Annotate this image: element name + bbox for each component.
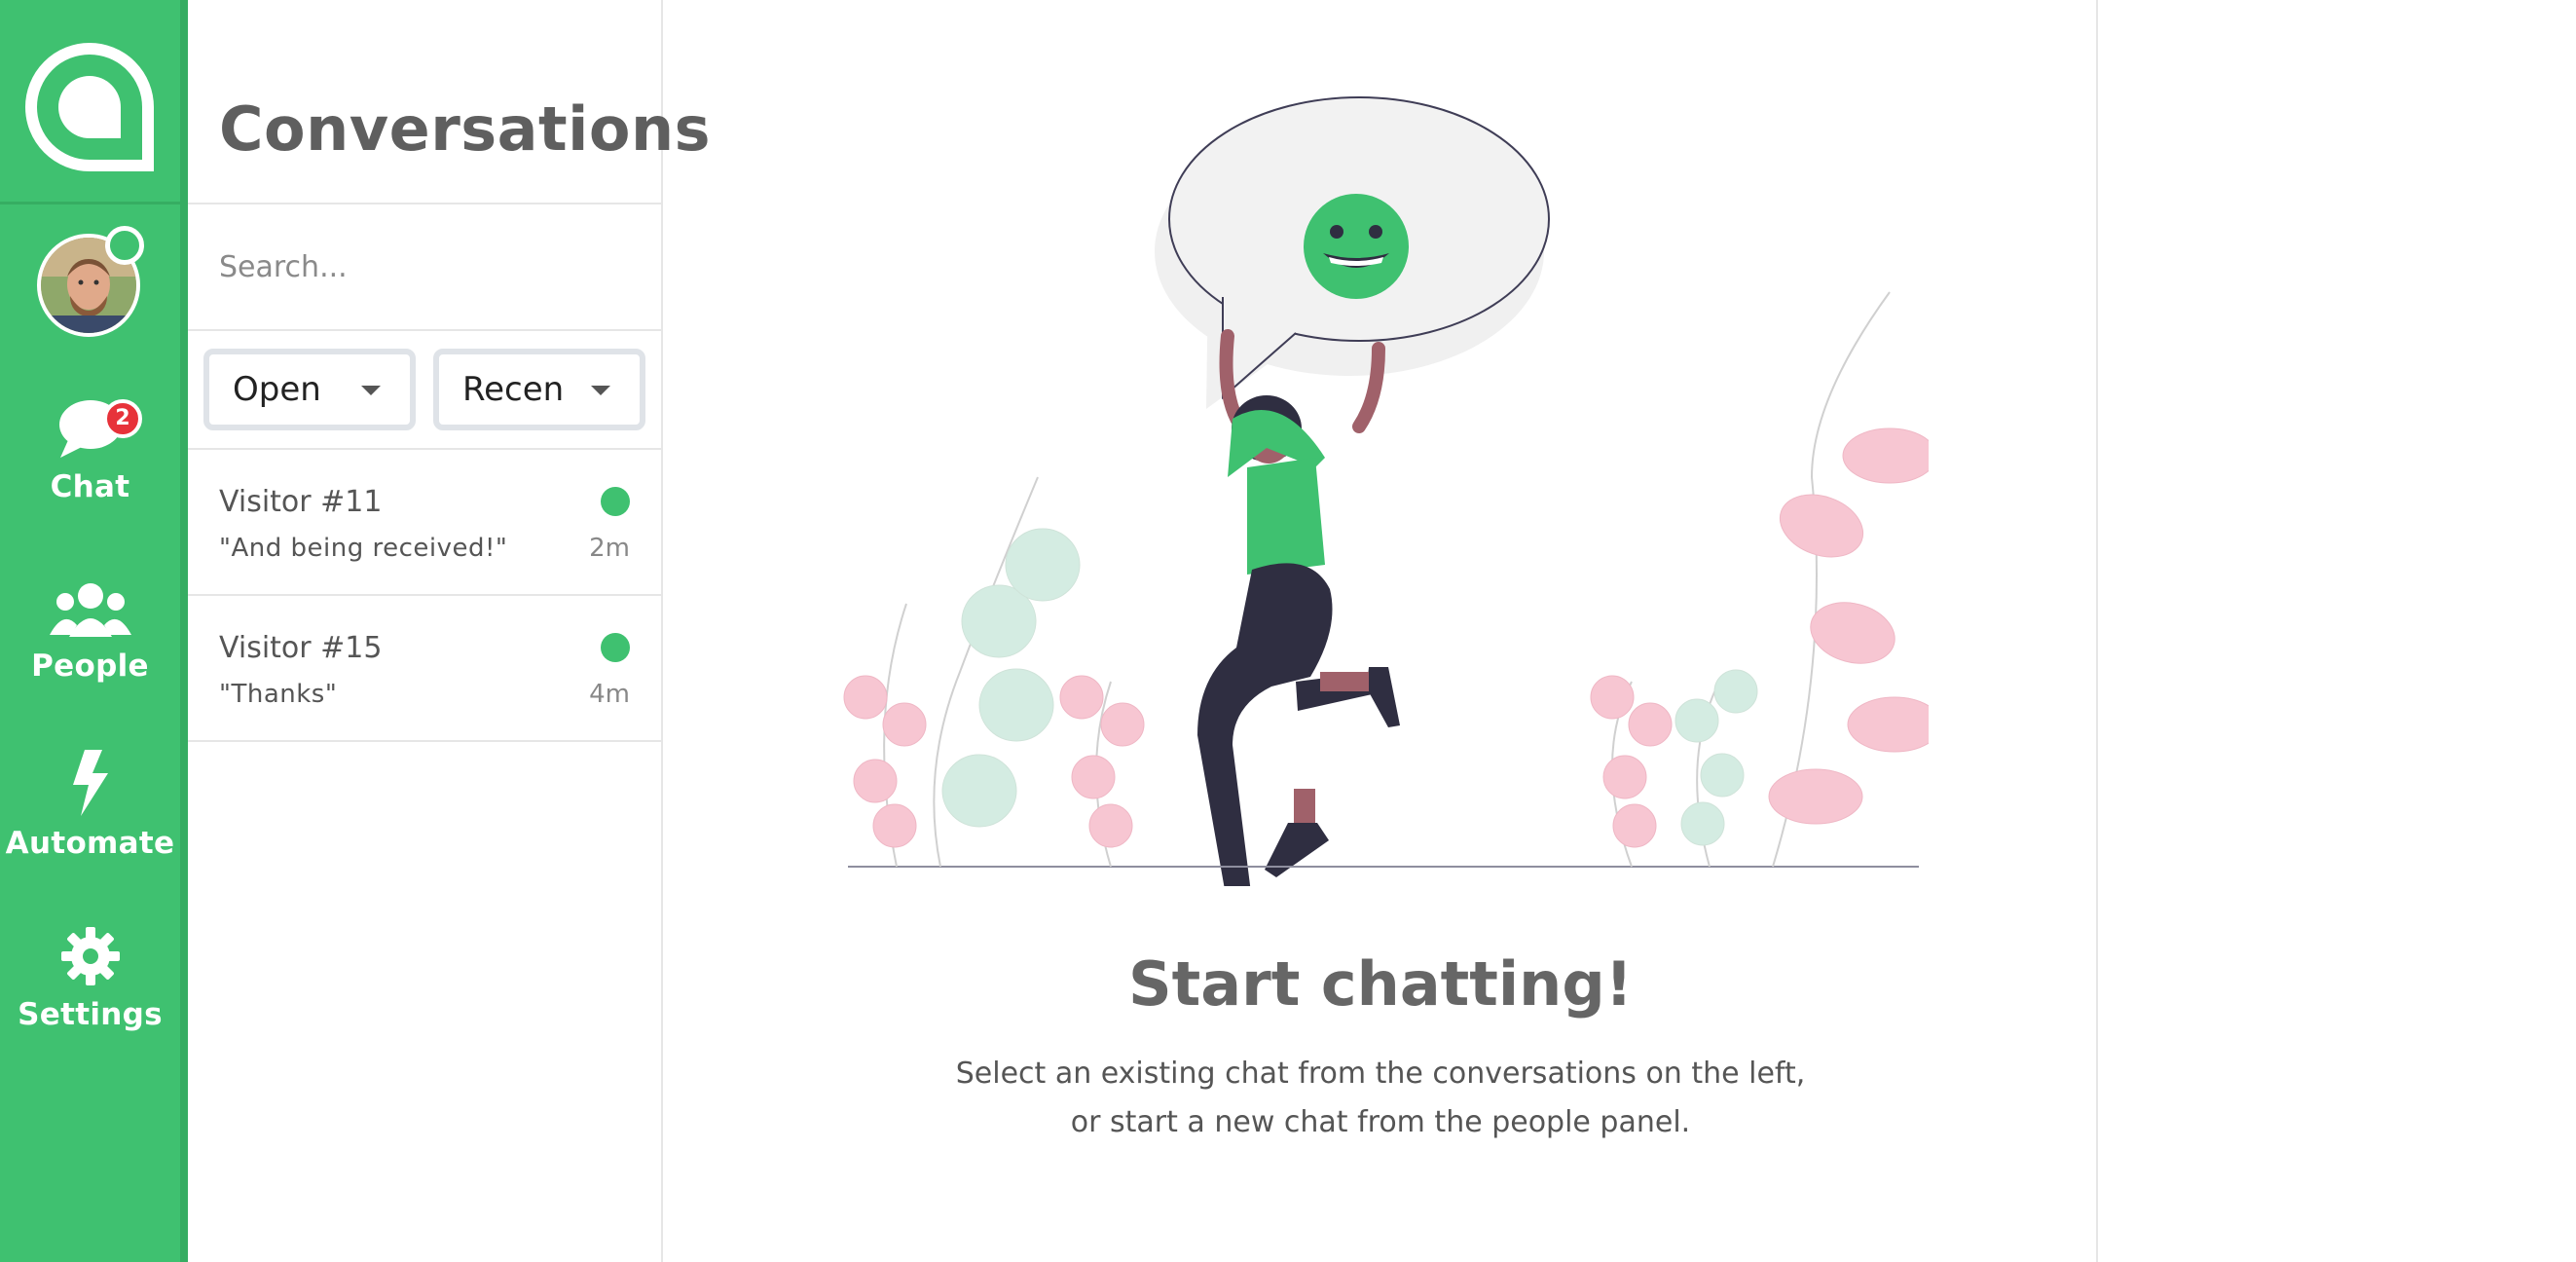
divider (188, 203, 661, 204)
sort-filter-select[interactable]: Recen (433, 349, 645, 430)
nav-item-people[interactable]: People (0, 580, 180, 717)
people-icon (49, 583, 131, 637)
conversation-item[interactable]: Visitor #15 "Thanks" 4m (188, 596, 661, 742)
gear-icon (60, 927, 120, 985)
nav-item-chat[interactable]: Chat (0, 397, 180, 534)
message-time: 2m (589, 534, 630, 563)
online-indicator (601, 633, 630, 662)
speech-bubble-icon (1155, 96, 1550, 409)
right-panel (2098, 0, 2576, 1262)
divider (188, 329, 661, 331)
nav-item-settings[interactable]: Settings (0, 925, 180, 1061)
online-indicator (601, 487, 630, 516)
online-status-indicator (105, 226, 144, 265)
app-logo[interactable] (0, 0, 180, 204)
start-chatting-illustration (843, 96, 1929, 886)
nav-item-automate[interactable]: Automate (0, 750, 180, 886)
nav-label-automate: Automate (5, 826, 175, 861)
status-filter-value: Open (233, 370, 321, 409)
panel-title: Conversations (219, 93, 712, 165)
empty-state-title: Start chatting! (1128, 948, 1633, 1020)
conversation-item[interactable]: Visitor #11 "And being received!" 2m (188, 450, 661, 596)
empty-state-line-1: Select an existing chat from the convers… (955, 1057, 1806, 1091)
status-filter-select[interactable]: Open (203, 349, 416, 430)
woman-figure-icon (1197, 329, 1400, 886)
nav-label-settings: Settings (18, 997, 163, 1032)
nav-label-chat: Chat (50, 469, 130, 504)
lightning-icon (72, 750, 108, 816)
search-input[interactable] (188, 206, 661, 327)
last-message: "Thanks" (219, 680, 338, 709)
nav-label-people: People (31, 649, 149, 684)
sort-filter-value: Recen (462, 370, 565, 409)
visitor-name: Visitor #15 (219, 631, 383, 665)
main-panel: Start chatting! Select an existing chat … (663, 0, 2098, 1262)
last-message: "And being received!" (219, 534, 508, 563)
empty-state-subtitle: Select an existing chat from the convers… (663, 1050, 2098, 1147)
sidebar-nav: Chat 2 People Automate Settings (0, 0, 188, 1262)
divider (188, 740, 661, 742)
unread-badge: 2 (103, 399, 142, 438)
chevron-down-icon (591, 386, 610, 395)
plant-left-icon (843, 476, 1145, 868)
message-time: 4m (589, 680, 630, 709)
chevron-down-icon (361, 386, 381, 395)
plant-right-icon (1590, 291, 1929, 868)
empty-state-line-2: or start a new chat from the people pane… (1070, 1105, 1691, 1139)
conversations-panel: Conversations Open Recen Visitor #11 "An… (188, 0, 711, 1262)
visitor-name: Visitor #11 (219, 485, 383, 519)
